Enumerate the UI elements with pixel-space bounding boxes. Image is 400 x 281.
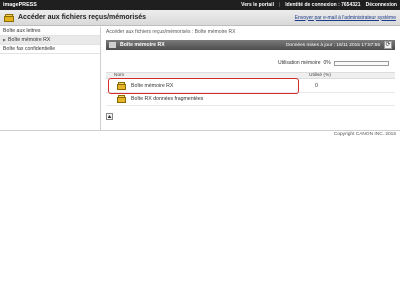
folder-icon bbox=[4, 13, 14, 22]
separator: | bbox=[278, 2, 281, 8]
usage-value: 0% bbox=[323, 60, 331, 66]
panel-title: Boîte mémoire RX bbox=[120, 42, 165, 48]
sidebar-item-mailbox[interactable]: Boîte aux lettres bbox=[0, 27, 100, 36]
usage-label: Utilisation mémoire bbox=[278, 60, 321, 66]
app-window: imagePRESS Vers le portail | Identité de… bbox=[0, 0, 400, 281]
selection-highlight bbox=[108, 78, 299, 94]
column-used: Utilisé (%) bbox=[309, 73, 331, 78]
sidebar-item-memory-rx[interactable]: Boîte mémoire RX bbox=[0, 36, 100, 45]
logout-link[interactable]: Déconnexion bbox=[366, 2, 397, 8]
row-used: 0 bbox=[315, 83, 318, 89]
refresh-button[interactable]: ⟳ bbox=[384, 41, 392, 49]
arrow-up-icon bbox=[107, 115, 112, 118]
panel-header: Boîte mémoire RX Données mises à jour : … bbox=[106, 40, 395, 50]
brand-logo: imagePRESS bbox=[3, 2, 37, 8]
top-bar: imagePRESS Vers le portail | Identité de… bbox=[0, 0, 400, 10]
sidebar-item-label: Boîte fax confidentielle bbox=[3, 46, 56, 52]
sidebar-item-label: Boîte aux lettres bbox=[3, 28, 41, 34]
memory-usage: Utilisation mémoire 0% bbox=[278, 60, 389, 66]
refresh-icon: ⟳ bbox=[385, 42, 391, 48]
sidebar-item-confidential-fax[interactable]: Boîte fax confidentielle bbox=[0, 45, 100, 54]
table-row[interactable]: Boîte RX données fragmentées bbox=[106, 93, 395, 106]
page-header: Accéder aux fichiers reçus/mémorisés Env… bbox=[0, 10, 400, 26]
copyright: Copyright CANON INC. 2015 bbox=[333, 132, 396, 137]
row-name-link[interactable]: Boîte RX données fragmentées bbox=[131, 96, 315, 102]
folder-icon bbox=[117, 95, 127, 103]
footer: Copyright CANON INC. 2015 bbox=[0, 130, 400, 138]
breadcrumb: Accéder aux fichiers reçus/mémorisés : B… bbox=[106, 29, 236, 35]
sidebar-item-label: Boîte mémoire RX bbox=[8, 37, 51, 43]
chevron-right-icon bbox=[3, 38, 6, 42]
page-title: Accéder aux fichiers reçus/mémorisés bbox=[18, 14, 147, 21]
update-date: Données mises à jour : 16/11 2015 17:57:… bbox=[285, 42, 380, 48]
sidebar: Boîte aux lettres Boîte mémoire RX Boîte… bbox=[0, 27, 101, 131]
email-admin-link[interactable]: Envoyer par e-mail à l'administrateur sy… bbox=[295, 15, 396, 21]
box-icon bbox=[109, 42, 116, 48]
top-bar-links: Vers le portail | Identité de connexion … bbox=[241, 2, 397, 8]
portal-link[interactable]: Vers le portail bbox=[241, 2, 274, 8]
usage-bar bbox=[333, 60, 389, 66]
scroll-top-button[interactable] bbox=[106, 113, 113, 120]
login-id-text: Identité de connexion : 7654321 bbox=[285, 2, 361, 8]
